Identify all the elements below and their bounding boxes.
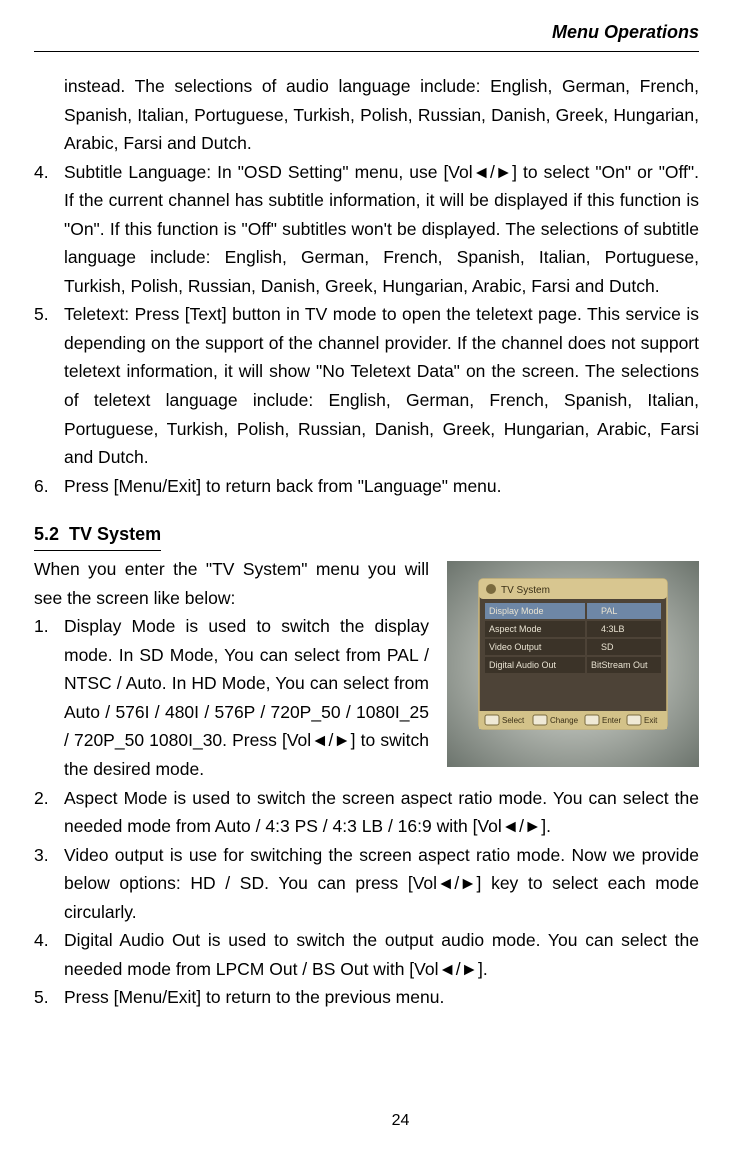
screenshot-row-value: PAL (601, 606, 617, 616)
item-number: 4. (34, 926, 64, 983)
screenshot-footer-change: Change (550, 716, 579, 725)
screenshot-footer-enter: Enter (602, 716, 621, 725)
continuation-paragraph: instead. The selections of audio languag… (64, 72, 699, 158)
list-item: 5. Press [Menu/Exit] to return to the pr… (34, 983, 699, 1012)
item-number: 3. (34, 841, 64, 927)
list-item: 5. Teletext: Press [Text] button in TV m… (34, 300, 699, 471)
screenshot-svg: TV System Display Mode PAL Aspect Mode 4… (447, 561, 699, 767)
tv-system-intro: When you enter the "TV System" menu you … (34, 555, 429, 612)
item-number: 1. (34, 612, 64, 783)
item-text: Press [Menu/Exit] to return back from "L… (64, 472, 699, 501)
item-number: 6. (34, 472, 64, 501)
tv-list-fullwidth: 2. Aspect Mode is used to switch the scr… (34, 784, 699, 1012)
section-number: 5.2 (34, 524, 59, 544)
item-text: Video output is use for switching the sc… (64, 841, 699, 927)
list-item: 1. Display Mode is used to switch the di… (34, 612, 429, 783)
screenshot-footer-exit: Exit (644, 716, 658, 725)
screenshot-row-value: BitStream Out (591, 660, 648, 670)
page-content: instead. The selections of audio languag… (34, 72, 699, 1011)
item-number: 2. (34, 784, 64, 841)
screenshot-row-value: 4:3LB (601, 624, 625, 634)
screenshot-row-label: Display Mode (489, 606, 544, 616)
screenshot-row-label: Digital Audio Out (489, 660, 557, 670)
list-item: 4. Subtitle Language: In "OSD Setting" m… (34, 158, 699, 301)
tv-system-screenshot: TV System Display Mode PAL Aspect Mode 4… (447, 561, 699, 767)
list-item: 2. Aspect Mode is used to switch the scr… (34, 784, 699, 841)
screenshot-title: TV System (501, 585, 550, 596)
section-heading: 5.2 TV System (34, 520, 161, 551)
section-title: TV System (69, 524, 161, 544)
item-text: Aspect Mode is used to switch the screen… (64, 784, 699, 841)
item-number: 4. (34, 158, 64, 301)
screenshot-row-label: Aspect Mode (489, 624, 542, 634)
item-text: Display Mode is used to switch the displ… (64, 612, 429, 783)
screenshot-row-value: SD (601, 642, 614, 652)
page-header-title: Menu Operations (34, 18, 699, 47)
page-number: 24 (34, 1108, 733, 1134)
item-text: Press [Menu/Exit] to return to the previ… (64, 983, 699, 1012)
tv-list-wrapped: 1. Display Mode is used to switch the di… (34, 612, 429, 783)
item-number: 5. (34, 300, 64, 471)
item-number: 5. (34, 983, 64, 1012)
screenshot-row-label: Video Output (489, 642, 542, 652)
screenshot-footer-select: Select (502, 716, 525, 725)
upper-numbered-list: 4. Subtitle Language: In "OSD Setting" m… (34, 158, 699, 500)
item-text: Subtitle Language: In "OSD Setting" menu… (64, 158, 699, 301)
item-text: Digital Audio Out is used to switch the … (64, 926, 699, 983)
header-rule (34, 51, 699, 52)
list-item: 6. Press [Menu/Exit] to return back from… (34, 472, 699, 501)
item-text: Teletext: Press [Text] button in TV mode… (64, 300, 699, 471)
tv-system-row: When you enter the "TV System" menu you … (34, 555, 699, 783)
list-item: 4. Digital Audio Out is used to switch t… (34, 926, 699, 983)
tv-system-text-column: When you enter the "TV System" menu you … (34, 555, 429, 783)
list-item: 3. Video output is use for switching the… (34, 841, 699, 927)
